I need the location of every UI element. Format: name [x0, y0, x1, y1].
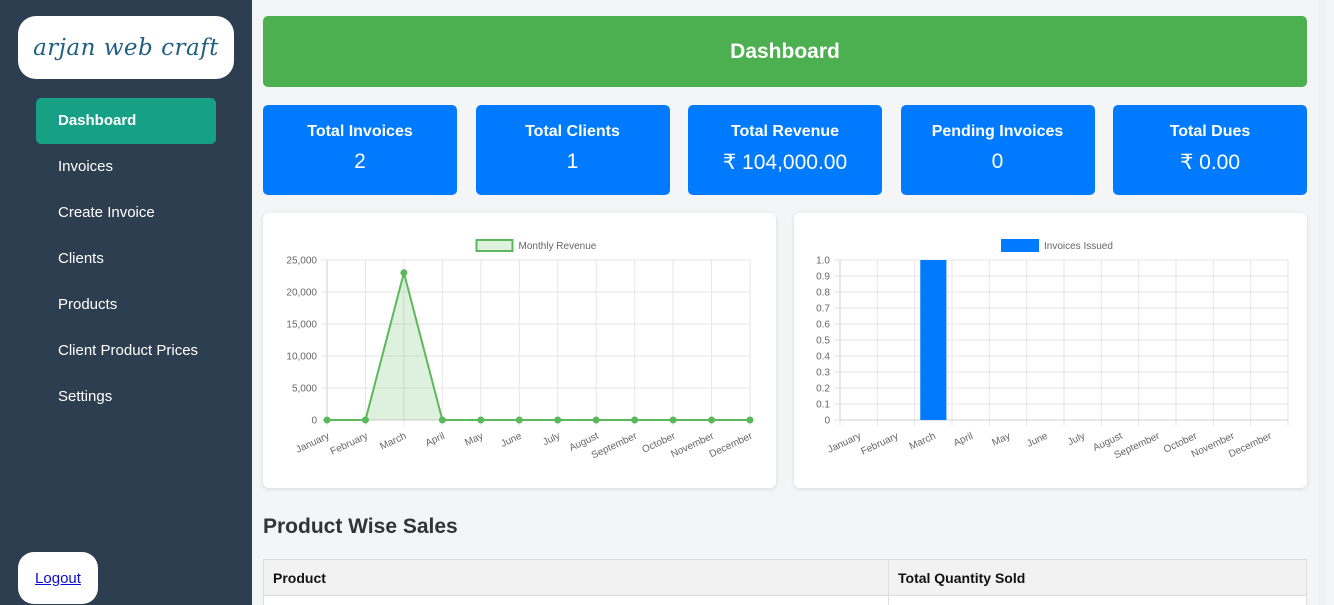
y-tick-label: 0.3 — [816, 368, 830, 379]
legend-label: Invoices Issued — [1044, 241, 1113, 252]
brand-logo-text: arjan web craft — [33, 34, 219, 61]
y-tick-label: 1.0 — [816, 256, 830, 267]
card-total-invoices: Total Invoices 2 — [263, 105, 457, 195]
card-title: Total Dues — [1169, 123, 1251, 140]
point-monthly-revenue — [477, 416, 485, 424]
x-tick-label: January — [294, 431, 331, 456]
y-tick-label: 0.6 — [816, 320, 830, 331]
legend-swatch — [1001, 239, 1039, 252]
invoices-issued-chart: Invoices Issued 1.0 0.9 0.8 0.7 0.6 0.5 0.4 0.3 0… — [794, 213, 1307, 488]
brand-logo[interactable]: arjan web craft — [18, 16, 234, 79]
y-tick-label: 10,000 — [286, 352, 317, 363]
card-title: Total Invoices — [307, 123, 413, 140]
page-title: Dashboard — [263, 16, 1307, 87]
product-sales-table: Product Total Quantity Sold — [263, 559, 1307, 605]
y-tick-label: 5,000 — [292, 384, 317, 395]
point-monthly-revenue — [554, 416, 562, 424]
y-tick-label: 0.2 — [816, 384, 830, 395]
sidebar-item-products[interactable]: Products — [36, 282, 216, 328]
sidebar: arjan web craft Dashboard Invoices Creat… — [0, 0, 252, 605]
product-sales-title: Product Wise Sales — [263, 515, 458, 538]
point-monthly-revenue — [361, 416, 369, 424]
point-monthly-revenue — [631, 416, 639, 424]
bar-invoices-issued — [920, 260, 947, 420]
area-monthly-revenue — [327, 272, 750, 420]
point-monthly-revenue — [438, 416, 446, 424]
table-cell — [263, 595, 889, 605]
monthly-revenue-chart-svg: Monthly Revenue 25,000 20,000 15,000 10,000 5… — [286, 239, 755, 461]
vertical-scrollbar[interactable] — [1318, 0, 1326, 605]
x-tick-label: April — [952, 431, 975, 449]
point-monthly-revenue — [592, 416, 600, 424]
main-content: Dashboard Total Invoices 2 Total Clients… — [252, 0, 1326, 605]
x-tick-label: January — [826, 431, 863, 456]
sidebar-nav: Dashboard Invoices Create Invoice Client… — [36, 98, 216, 420]
y-tick-label: 0.5 — [816, 336, 830, 347]
point-monthly-revenue — [400, 269, 408, 277]
x-tick-label: February — [329, 431, 370, 458]
point-monthly-revenue — [323, 416, 331, 424]
x-tick-label: March — [908, 431, 938, 453]
y-tick-label: 0.1 — [816, 400, 830, 411]
logout-link[interactable]: Logout — [35, 570, 81, 587]
sidebar-item-clients[interactable]: Clients — [36, 236, 216, 282]
x-tick-label: December — [708, 430, 755, 460]
card-value: 1 — [566, 150, 579, 173]
stat-cards: Total Invoices 2 Total Clients 1 Total R… — [263, 105, 1307, 195]
legend-label: Monthly Revenue — [519, 241, 597, 252]
column-header-total-quantity: Total Quantity Sold — [888, 559, 1307, 596]
card-title: Total Revenue — [730, 123, 840, 140]
sidebar-item-dashboard[interactable]: Dashboard — [36, 98, 216, 144]
legend-swatch — [475, 239, 514, 252]
table-row — [263, 595, 1307, 605]
x-tick-label: December — [1227, 430, 1274, 460]
card-value: 2 — [354, 150, 366, 173]
card-total-dues: Total Dues ₹ 0.00 — [1113, 105, 1307, 195]
x-tick-label: April — [424, 431, 447, 449]
point-monthly-revenue — [515, 416, 523, 424]
column-header-product: Product — [263, 559, 889, 596]
x-tick-label: June — [1025, 431, 1050, 450]
table-header-row: Product Total Quantity Sold — [263, 559, 1307, 596]
sidebar-item-settings[interactable]: Settings — [36, 374, 216, 420]
x-tick-label: June — [499, 431, 524, 450]
x-tick-label: May — [990, 431, 1012, 449]
sidebar-item-invoices[interactable]: Invoices — [36, 144, 216, 190]
point-monthly-revenue — [746, 416, 754, 424]
y-tick-label: 15,000 — [286, 320, 317, 331]
y-tick-label: 0.7 — [816, 304, 830, 315]
invoices-issued-chart-svg: Invoices Issued 1.0 0.9 0.8 0.7 0.6 0.5 0.4 0.3 0… — [816, 239, 1289, 461]
x-tick-label: July — [541, 431, 562, 448]
y-tick-label: 0.8 — [816, 288, 830, 299]
y-tick-label: 0.9 — [816, 272, 830, 283]
point-monthly-revenue — [708, 416, 716, 424]
x-tick-label: July — [1066, 431, 1087, 448]
y-tick-label: 20,000 — [286, 288, 317, 299]
y-tick-label: 25,000 — [286, 256, 317, 267]
card-title: Pending Invoices — [931, 123, 1064, 140]
x-tick-label: March — [378, 431, 408, 453]
sidebar-item-create-invoice[interactable]: Create Invoice — [36, 190, 216, 236]
x-tick-label: February — [859, 431, 900, 458]
card-value: ₹ 104,000.00 — [722, 151, 848, 174]
y-tick-label: 0.4 — [816, 352, 830, 363]
card-value: 0 — [991, 150, 1004, 173]
logout-container: Logout — [18, 552, 98, 604]
y-tick-label: 0 — [824, 416, 830, 427]
card-pending-invoices: Pending Invoices 0 — [900, 105, 1095, 195]
x-tick-label: May — [463, 431, 485, 449]
card-value: ₹ 0.00 — [1179, 151, 1241, 174]
table-cell — [888, 595, 1307, 605]
monthly-revenue-chart: Monthly Revenue 25,000 20,000 15,000 10,000 5… — [263, 213, 776, 488]
card-title: Total Clients — [525, 123, 620, 140]
card-total-revenue: Total Revenue ₹ 104,000.00 — [688, 105, 882, 195]
card-total-clients: Total Clients 1 — [475, 105, 670, 195]
y-tick-label: 0 — [311, 416, 317, 427]
sidebar-item-client-product-prices[interactable]: Client Product Prices — [36, 328, 216, 374]
point-monthly-revenue — [669, 416, 677, 424]
